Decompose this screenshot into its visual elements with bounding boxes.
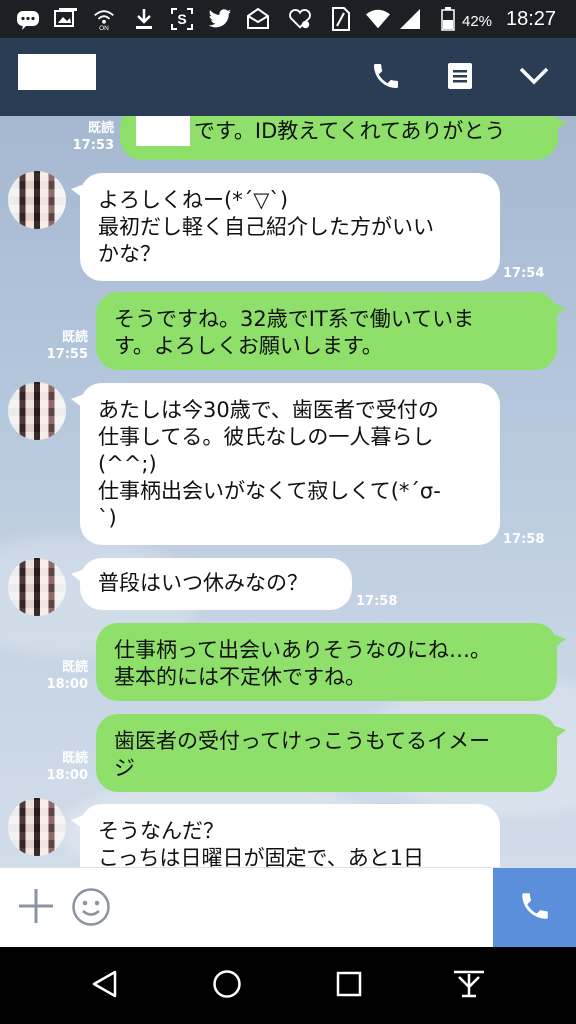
collapse-button[interactable] <box>512 56 556 100</box>
wifi-icon <box>366 7 390 31</box>
home-button[interactable] <box>204 963 250 1009</box>
menu-icon <box>446 61 474 95</box>
message-line: あたしは今30歳で、歯医者で受付の <box>98 398 439 422</box>
message-line: 仕事柄出会いがなくて寂しくて(*´σ- <box>98 479 441 503</box>
message-line: そうなんだ？ <box>98 819 224 843</box>
read-label: 既読 <box>61 330 88 345</box>
message-line: かな？ <box>98 242 161 266</box>
avatar[interactable] <box>8 558 66 616</box>
clock: 18:27 <box>506 8 557 30</box>
message-bubble-sent[interactable]: 歯医者の受付ってけっこうもてるイメー ジ <box>96 714 566 792</box>
message-input[interactable] <box>124 878 484 938</box>
message-bubble-received[interactable]: そうなんだ？ こっちは日曜日が固定で、あと1日 <box>71 804 500 867</box>
contact-name[interactable] <box>18 54 96 90</box>
notification-pull-button[interactable] <box>446 963 492 1009</box>
message-bubble-sent[interactable]: そうですね。32歳でIT系で働いていま す。よろしくお願いします。 <box>96 292 566 370</box>
call-icon <box>518 889 552 927</box>
message-line: (^^;) <box>98 452 157 476</box>
heart-app-icon <box>288 7 312 31</box>
message-time: 17:55 <box>46 347 88 362</box>
message-time: 17:53 <box>72 138 114 153</box>
phone-icon <box>370 60 402 96</box>
message-time: 18:00 <box>46 677 88 692</box>
read-label: 既読 <box>61 660 88 675</box>
svg-text:S: S <box>177 11 186 27</box>
battery-percent: 42% <box>462 13 493 30</box>
avatar[interactable] <box>8 798 66 856</box>
sim-icon <box>328 7 352 31</box>
message-line: です。ID教えてくれてありがとう <box>194 119 506 143</box>
redacted-name <box>136 116 190 146</box>
message-line: 仕事柄って出会いありそうなのにね…。 <box>114 638 491 662</box>
message-line: 歯医者の受付ってけっこうもてるイメー <box>114 729 491 753</box>
call-button[interactable] <box>364 56 408 100</box>
twitter-icon <box>208 7 232 31</box>
line-notification-icon <box>16 7 40 31</box>
message-time: 17:54 <box>503 266 545 281</box>
attach-button[interactable] <box>16 888 56 928</box>
message-bubble-received[interactable]: よろしくねー(*´▽`) 最初だし軽く自己紹介した方がいい かな？ <box>71 173 500 281</box>
message-time: 17:58 <box>503 532 545 547</box>
message-line: `) <box>98 506 117 530</box>
message-line: す。よろしくお願いします。 <box>114 334 383 358</box>
message-meta: 既読 18:00 <box>40 659 88 693</box>
message-time: 18:00 <box>46 768 88 783</box>
recents-icon <box>335 970 363 1002</box>
call-send-button[interactable] <box>493 868 576 948</box>
message-line: 仕事してる。彼氏なしの一人暮らし <box>98 425 434 449</box>
gallery-icon <box>54 7 78 31</box>
chat-header <box>0 38 576 116</box>
message-line: 普段はいつ休みなの？ <box>98 571 308 595</box>
message-line: 最初だし軽く自己紹介した方がいい <box>98 215 434 239</box>
read-label: 既読 <box>87 121 114 136</box>
mail-icon <box>246 7 270 31</box>
message-meta: 既読 18:00 <box>40 750 88 784</box>
status-bar: ON S 42% 18:27 <box>0 0 576 38</box>
avatar[interactable] <box>8 382 66 440</box>
message-line: こっちは日曜日が固定で、あと1日 <box>98 846 425 867</box>
back-icon <box>89 968 121 1004</box>
emoji-button[interactable] <box>70 888 112 930</box>
back-button[interactable] <box>82 963 128 1009</box>
recents-button[interactable] <box>326 963 372 1009</box>
on-label: ON <box>99 25 109 31</box>
chevron-down-icon <box>518 66 550 90</box>
message-line: そうですね。32歳でIT系で働いていま <box>114 307 475 331</box>
message-line: よろしくねー(*´▽`) <box>98 188 289 212</box>
signal-icon <box>398 7 422 31</box>
input-bar <box>0 867 576 948</box>
message-meta: 既読 17:53 <box>66 120 114 154</box>
wifi-calling-icon: ON <box>92 7 116 31</box>
navigation-bar <box>0 947 576 1024</box>
home-icon <box>211 968 243 1004</box>
download-icon <box>132 7 156 31</box>
chat-area[interactable]: 既読 17:53 です。ID教えてくれてありがとう よろしくねー(*´▽`) 最… <box>0 116 576 867</box>
emoji-icon <box>71 887 111 931</box>
plus-icon <box>17 887 55 929</box>
message-meta: 既読 17:55 <box>40 329 88 363</box>
read-label: 既読 <box>61 751 88 766</box>
battery-icon <box>436 7 460 31</box>
screenshot-icon: S <box>170 7 194 31</box>
message-bubble-sent[interactable]: です。ID教えてくれてありがとう <box>120 116 567 160</box>
avatar[interactable] <box>8 171 66 229</box>
message-line: ジ <box>114 756 135 780</box>
message-bubble-sent[interactable]: 仕事柄って出会いありそうなのにね…。 基本的には不定休ですね。 <box>96 623 566 701</box>
message-bubble-received[interactable]: あたしは今30歳で、歯医者で受付の 仕事してる。彼氏なしの一人暮らし (^^;)… <box>71 383 500 545</box>
message-line: 基本的には不定休ですね。 <box>114 665 366 689</box>
message-time: 17:58 <box>356 594 398 609</box>
menu-button[interactable] <box>438 56 482 100</box>
message-bubble-received[interactable]: 普段はいつ休みなの？ <box>71 558 352 610</box>
notification-pull-icon <box>452 969 486 1003</box>
